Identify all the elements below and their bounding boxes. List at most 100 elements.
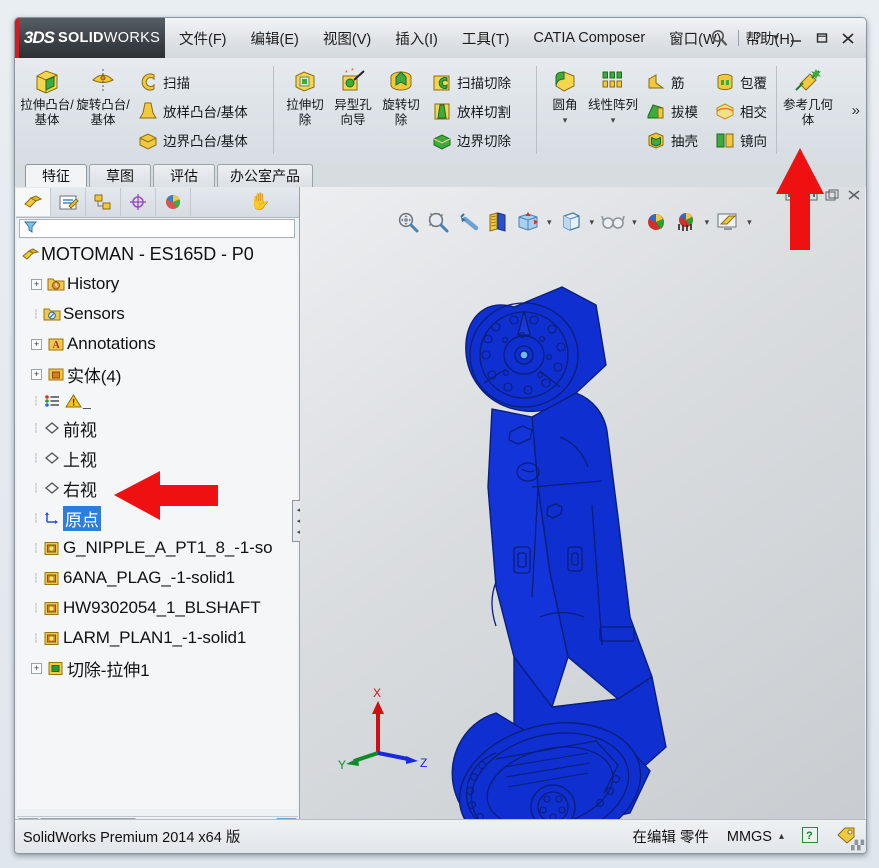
- imported-body-icon: [41, 630, 63, 646]
- close-button[interactable]: [836, 28, 860, 48]
- hole-wizard-button[interactable]: * * 异型孔向导: [329, 65, 377, 128]
- tree-item-origin[interactable]: ┆ 原点: [17, 503, 297, 533]
- plane-icon: [41, 450, 63, 466]
- tab-feature-manager[interactable]: [16, 188, 51, 216]
- extruded-cut-button[interactable]: 拉伸切除: [281, 65, 329, 128]
- status-right-group: 在编辑 零件 MMGS ▴ ?: [632, 826, 856, 848]
- tree-item-top-plane[interactable]: ┆ 上视: [17, 443, 297, 473]
- linear-pattern-icon: [587, 65, 639, 97]
- intersect-button[interactable]: 相交: [710, 96, 771, 125]
- rib-button[interactable]: 筋: [641, 67, 702, 96]
- intersect-label: 相交: [740, 104, 767, 120]
- units-caret-icon[interactable]: ▴: [779, 831, 784, 842]
- linear-pattern-button[interactable]: 线性阵列 ▾: [587, 65, 639, 126]
- tree-item-g-nipple[interactable]: ┆ G_NIPPLE_A_PT1_8_-1-so: [17, 533, 297, 563]
- tree-item-cut-extrude1[interactable]: + 切除-拉伸1: [17, 653, 297, 683]
- svg-text:Z: Z: [420, 756, 427, 770]
- expander-history[interactable]: +: [31, 278, 42, 290]
- tab-property-manager[interactable]: [51, 188, 86, 216]
- revolved-boss-button[interactable]: 旋转凸台/基体: [75, 65, 131, 128]
- extruded-boss-icon: [19, 65, 75, 97]
- swept-cut-button[interactable]: 扫描切除: [427, 67, 515, 96]
- svg-text:A: A: [53, 340, 61, 351]
- tree-item-hw9302054[interactable]: ┆ HW9302054_1_BLSHAFT: [17, 593, 297, 623]
- restore-button[interactable]: [810, 28, 834, 48]
- menu-file[interactable]: 文件(F): [169, 25, 237, 52]
- material-icon: [41, 393, 63, 409]
- status-units-label[interactable]: MMGS: [727, 829, 772, 845]
- menu-catia-composer[interactable]: CATIA Composer: [523, 27, 655, 49]
- tree-item-solid-bodies-label: 实体(4): [67, 366, 122, 386]
- imported-body-icon: [41, 540, 63, 556]
- shell-button[interactable]: 抽壳: [641, 125, 702, 154]
- reference-geometry-button[interactable]: 参考几何体: [781, 65, 835, 128]
- model-body: [451, 286, 667, 837]
- imported-body-icon: [41, 570, 63, 586]
- command-manager-tabs: 特征 草图 评估 办公室产品: [15, 163, 866, 187]
- expander-solid-bodies[interactable]: +: [31, 368, 42, 380]
- svg-text:X: X: [373, 686, 381, 700]
- draft-button[interactable]: 拔模: [641, 96, 702, 125]
- tree-connector: ┆: [33, 395, 39, 406]
- expander-annotations[interactable]: +: [31, 338, 42, 350]
- feature-tree-filter[interactable]: [19, 219, 295, 238]
- tab-evaluate[interactable]: 评估: [153, 164, 215, 187]
- boundary-cut-button[interactable]: 边界切除: [427, 125, 515, 154]
- hole-wizard-label: 异型孔向导: [334, 98, 372, 127]
- tab-sketch[interactable]: 草图: [89, 164, 151, 187]
- minimize-button[interactable]: [784, 28, 808, 48]
- revolved-cut-button[interactable]: 旋转切除: [377, 65, 425, 128]
- tree-item-6ana-plag[interactable]: ┆ 6ANA_PLAG_-1-solid1: [17, 563, 297, 593]
- revolved-cut-label: 旋转切除: [382, 98, 420, 127]
- tree-item-front-plane[interactable]: ┆ 前视: [17, 413, 297, 443]
- swept-boss-button[interactable]: 扫描: [133, 67, 252, 96]
- resize-grip[interactable]: ▞▞: [851, 840, 864, 851]
- fillet-button[interactable]: 圆角 ▾: [543, 65, 587, 126]
- shell-icon: [641, 129, 671, 151]
- menu-edit[interactable]: 编辑(E): [241, 25, 309, 52]
- extruded-boss-button[interactable]: 拉伸凸台/基体: [19, 65, 75, 128]
- lofted-cut-button[interactable]: 放样切割: [427, 96, 515, 125]
- boundary-boss-button[interactable]: 边界凸台/基体: [133, 125, 252, 154]
- tree-item-annotations-label: Annotations: [67, 334, 156, 353]
- expander-cut-extrude1[interactable]: +: [31, 662, 42, 674]
- swept-cut-label: 扫描切除: [457, 75, 511, 91]
- tab-office-products[interactable]: 办公室产品: [217, 164, 313, 187]
- tree-item-larm-plan1-label: LARM_PLAN1_-1-solid1: [63, 628, 247, 647]
- tree-item-larm-plan1[interactable]: ┆ LARM_PLAN1_-1-solid1: [17, 623, 297, 653]
- feature-tree[interactable]: MOTOMAN - ES165D - P0 + History ┆ Sensor…: [17, 239, 297, 809]
- tree-item-right-plane[interactable]: ┆ 右视: [17, 473, 297, 503]
- tree-item-annotations[interactable]: + A Annotations: [17, 329, 297, 359]
- tab-dimxpert-manager[interactable]: [121, 188, 156, 216]
- tree-item-solid-bodies[interactable]: + 实体(4): [17, 359, 297, 389]
- revolved-boss-icon: [75, 65, 131, 97]
- swept-boss-label: 扫描: [163, 75, 190, 91]
- app-root: 3DS SOLIDWORKS 文件(F) 编辑(E) 视图(V) 插入(I) 工…: [0, 0, 879, 868]
- menu-view[interactable]: 视图(V): [313, 25, 381, 52]
- display-manager-icon: [166, 195, 181, 209]
- menu-insert[interactable]: 插入(I): [385, 25, 448, 52]
- search-icon[interactable]: [709, 27, 731, 49]
- chevron-down-icon[interactable]: ▾: [770, 27, 782, 49]
- fillet-dropdown-caret[interactable]: ▾: [543, 115, 587, 126]
- tree-item-material[interactable]: ┆ ! _: [17, 389, 297, 413]
- tree-item-sensors[interactable]: ┆ Sensors: [17, 299, 297, 329]
- wrap-button[interactable]: 包覆: [710, 67, 771, 96]
- origin-icon: [41, 510, 63, 526]
- help-question-icon[interactable]: ?: [746, 27, 768, 49]
- tab-configuration-manager[interactable]: [86, 188, 121, 216]
- tab-display-manager[interactable]: [156, 188, 191, 216]
- tree-item-history[interactable]: + History: [17, 269, 297, 299]
- tab-features[interactable]: 特征: [25, 164, 87, 187]
- svg-text:*: *: [351, 68, 354, 75]
- lofted-boss-button[interactable]: 放样凸台/基体: [133, 96, 252, 125]
- linear-pattern-dropdown-caret[interactable]: ▾: [587, 115, 639, 126]
- mirror-button[interactable]: 镜向: [710, 125, 771, 154]
- graphics-area[interactable]: ▾ ▾ ▾ ▾ ▾ X Y Z: [300, 187, 865, 837]
- tree-root[interactable]: MOTOMAN - ES165D - P0: [17, 239, 297, 269]
- menu-tools[interactable]: 工具(T): [452, 25, 520, 52]
- status-help-badge[interactable]: ?: [802, 826, 818, 847]
- lofted-boss-icon: [133, 100, 163, 122]
- ribbon-overflow-button[interactable]: »: [852, 102, 860, 119]
- rib-icon: [641, 71, 671, 93]
